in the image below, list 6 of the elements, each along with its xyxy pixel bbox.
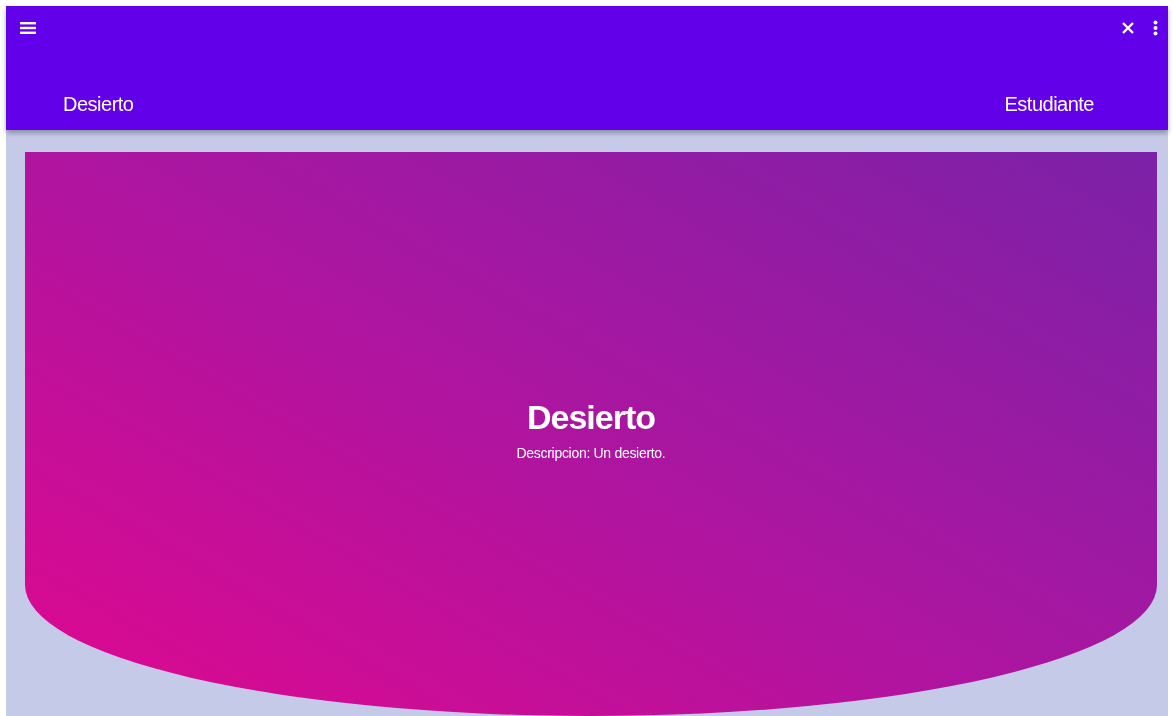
user-label: Estudiante (1004, 93, 1094, 116)
hero-title: Desierto (526, 397, 656, 437)
page-title: Desierto (63, 93, 134, 116)
hero-description: Descripcion: Un desierto. (516, 444, 666, 461)
more-icon[interactable] (1151, 18, 1160, 38)
menu-icon[interactable] (18, 19, 38, 37)
